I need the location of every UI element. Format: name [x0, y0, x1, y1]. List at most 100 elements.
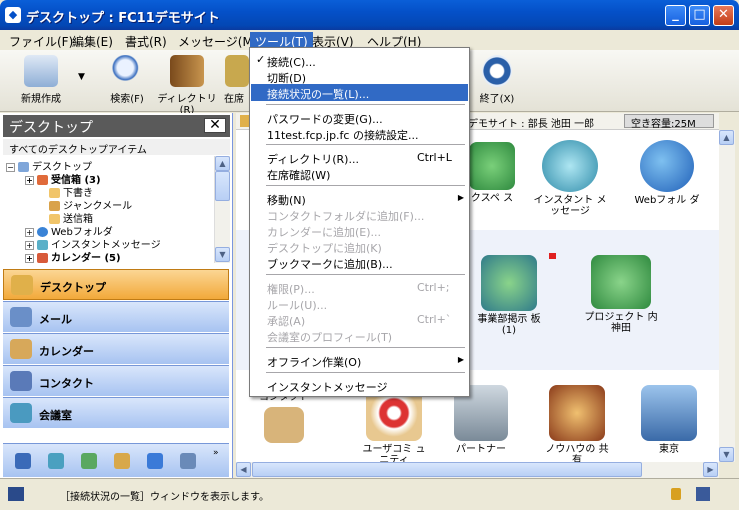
maximize-button[interactable]: □: [689, 5, 710, 26]
location-text: デモサイト : 部長 池田 一郎: [468, 119, 595, 130]
shortcut-icon[interactable]: [48, 453, 64, 469]
menu-item-offline[interactable]: オフライン作業(O) ▶: [251, 352, 468, 369]
nav-mail[interactable]: メール: [3, 301, 229, 332]
shortcut-icon[interactable]: [114, 453, 130, 469]
shortcut-icon[interactable]: [15, 453, 31, 469]
menu-item-change-password[interactable]: パスワードの変更(G)...: [251, 109, 468, 126]
lock-icon: [671, 488, 681, 500]
scroll-up-icon[interactable]: ▲: [215, 156, 230, 171]
more-icon[interactable]: »: [213, 448, 223, 464]
tree-item-desktop[interactable]: − デスクトップ: [6, 158, 92, 173]
desktop-item-tokyo[interactable]: 東京: [636, 385, 702, 455]
desktop-item-user-community[interactable]: ユーザコミ ュニティ: [361, 385, 427, 466]
minimize-button[interactable]: _: [665, 5, 686, 26]
tree-item-im[interactable]: + インスタントメッセージ: [25, 236, 161, 251]
menu-separator: [266, 347, 465, 348]
desktop-hscrollbar[interactable]: ◀ ▶: [236, 462, 719, 478]
tree-scrollbar[interactable]: ▲ ▼: [214, 156, 230, 263]
meeting-room-icon: [10, 403, 32, 423]
menu-item-disconnect[interactable]: 切断(D): [251, 68, 468, 85]
panel-toggle-icon[interactable]: [8, 487, 24, 501]
status-text: ［接続状況の一覧］ウィンドウを表示します。: [60, 492, 269, 503]
envelope-icon: [24, 55, 58, 87]
menu-item-connection-settings[interactable]: 11test.fcp.jp.fc の接続設定...: [251, 125, 468, 142]
desktop-item-workspace[interactable]: クスペ ス: [466, 142, 518, 204]
tree-item-outbox[interactable]: 送信箱: [49, 210, 93, 225]
scroll-up-icon[interactable]: ▲: [719, 130, 734, 145]
tree-item-webfolder[interactable]: + Webフォルダ: [25, 223, 113, 238]
nav-desktop[interactable]: デスクトップ: [3, 269, 229, 300]
address-book-icon: [264, 407, 304, 443]
exit-button[interactable]: 終了(X): [474, 55, 520, 105]
bulletin-board-icon: [481, 255, 537, 311]
window-title: デスクトップ : FC11デモサイト: [26, 11, 220, 26]
desktop-item-webfolder[interactable]: Webフォル ダ: [631, 140, 703, 206]
inbox-icon: [37, 175, 48, 185]
close-button[interactable]: ✕: [713, 5, 734, 26]
tree-item-inbox[interactable]: + 受信箱 (3): [25, 171, 101, 186]
menu-item-add-desktop: デスクトップに追加(K): [267, 242, 382, 255]
menu-item-directory[interactable]: ディレクトリ(R)... Ctrl+L: [251, 149, 468, 166]
nav-contact[interactable]: コンタクト: [3, 365, 229, 396]
desktop-item-project[interactable]: プロジェクト 内神田: [581, 255, 661, 334]
tree-item-junk[interactable]: ジャンクメール: [49, 197, 132, 212]
flag-icon: [549, 253, 556, 259]
scroll-thumb[interactable]: [215, 171, 230, 201]
title-bar: ◆ デスクトップ : FC11デモサイト _ □ ✕: [0, 0, 739, 30]
menu-item-move[interactable]: 移動(N) ▶: [251, 190, 468, 207]
address-book-icon: [170, 55, 204, 87]
menu-item-connection-list[interactable]: 接続状況の一覧(L)...: [251, 84, 468, 101]
shortcut-icon[interactable]: [147, 453, 163, 469]
desktop-item-knowhow[interactable]: ノウハウの 共有: [544, 385, 610, 466]
contact-icon: [10, 371, 32, 391]
nav-calendar[interactable]: カレンダー: [3, 333, 229, 364]
connection-icon[interactable]: [696, 487, 710, 501]
menu-item-connect[interactable]: ✓ 接続(C)...: [251, 52, 468, 69]
chat-icon: [542, 140, 598, 192]
nav-meeting-room[interactable]: 会議室: [3, 397, 229, 428]
new-dropdown-icon[interactable]: ▼: [78, 72, 85, 82]
desktop-icon: [11, 275, 33, 295]
check-icon: ✓: [256, 53, 266, 66]
calendar-icon: [37, 253, 48, 263]
app-icon[interactable]: ◆: [5, 7, 21, 23]
shell-icon: [549, 385, 605, 441]
tree-item-calendar[interactable]: + カレンダー (5): [25, 249, 121, 264]
expand-icon[interactable]: +: [25, 175, 34, 185]
menu-item-add-bookmark[interactable]: ブックマークに追加(B)...: [251, 254, 468, 271]
submenu-arrow-icon: ▶: [457, 355, 464, 364]
folder-pane-header: デスクトップ ✕: [3, 115, 230, 137]
close-pane-button[interactable]: ✕: [204, 118, 226, 133]
menu-item-instant-message[interactable]: インスタントメッセージ: [251, 377, 468, 394]
new-button[interactable]: 新規作成: [10, 55, 72, 105]
magnifier-icon: [110, 55, 144, 87]
menu-item-presence[interactable]: 在席確認(W): [251, 165, 468, 182]
expand-icon[interactable]: +: [25, 253, 34, 263]
collapse-icon[interactable]: −: [6, 162, 15, 172]
scroll-down-icon[interactable]: ▼: [215, 247, 230, 262]
folder-pane-subheader: すべてのデスクトップアイテム: [3, 139, 230, 156]
scroll-thumb[interactable]: [252, 462, 642, 477]
menu-item-meeting-room-profile: 会議室のプロフィール(T): [267, 331, 393, 344]
menu-separator: [266, 274, 465, 275]
shortcut-icon[interactable]: [180, 453, 196, 469]
desktop-item-bulletin-board[interactable]: 事業部掲示 板 (1): [471, 255, 547, 336]
menu-format[interactable]: 書式(R): [120, 32, 172, 49]
exit-icon: [482, 55, 512, 87]
shortcut-icon[interactable]: [81, 453, 97, 469]
desktop-item-instant-message[interactable]: インスタント メッセージ: [530, 140, 610, 217]
menu-item-permissions: 権限(P)... Ctrl+;: [267, 281, 450, 296]
desktop-vscrollbar[interactable]: ▲ ▼: [719, 130, 735, 462]
search-button[interactable]: 検索(F): [104, 55, 150, 105]
scroll-left-icon[interactable]: ◀: [236, 462, 251, 477]
menu-separator: [266, 372, 465, 373]
desktop-item-contact[interactable]: コンタクト: [256, 392, 312, 446]
presence-button[interactable]: 在席: [224, 55, 250, 105]
scroll-down-icon[interactable]: ▼: [719, 447, 734, 462]
menu-item-add-contact-folder: コンタクトフォルダに追加(F)...: [267, 210, 425, 223]
directory-button[interactable]: ディレクトリ(R): [152, 55, 222, 116]
menu-edit[interactable]: 編集(E): [67, 32, 118, 49]
scroll-right-icon[interactable]: ▶: [703, 462, 718, 477]
menu-item-add-calendar: カレンダーに追加(E)...: [267, 226, 382, 239]
tree-item-drafts[interactable]: 下書き: [49, 184, 93, 199]
